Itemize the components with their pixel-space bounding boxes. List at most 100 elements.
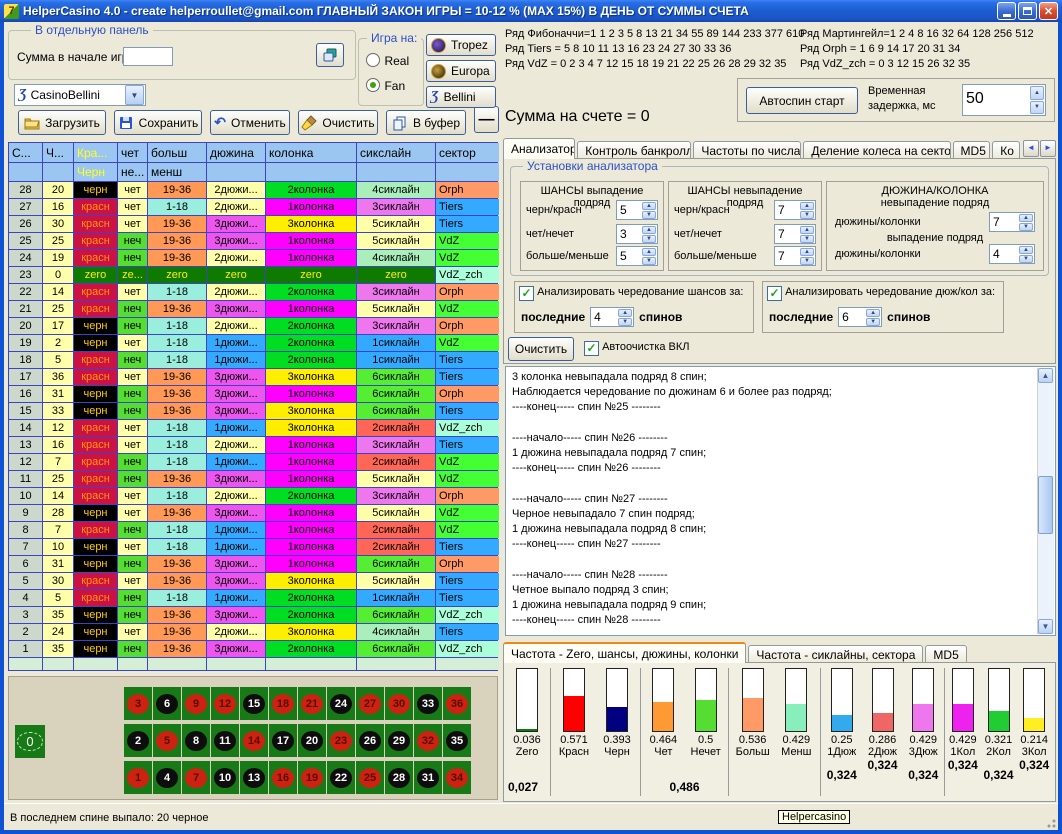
spinner-last-spins-chances[interactable]: 4▲▼ (590, 307, 634, 327)
load-button[interactable]: Загрузить (18, 110, 106, 135)
chevron-down-icon[interactable]: ▼ (125, 85, 144, 105)
board-number-33[interactable]: 33 (414, 687, 442, 720)
spin-up-icon[interactable]: ▲ (1030, 86, 1044, 100)
tab-main-1[interactable]: Анализатор (503, 138, 575, 159)
radio-real[interactable]: Real (366, 52, 409, 70)
scroll-up-icon[interactable]: ▲ (1038, 368, 1053, 383)
spinner-b2-r3[interactable]: 7▲▼ (774, 246, 816, 266)
table-cell (357, 658, 435, 670)
detach-panel-button[interactable] (316, 43, 344, 67)
tab-scroll-right-icon[interactable]: ► (1040, 140, 1056, 157)
board-number-28[interactable]: 28 (385, 761, 413, 794)
board-number-0[interactable]: 0 (15, 725, 45, 758)
table-cell: неч (118, 556, 147, 572)
tab-main-3[interactable]: Частоты по числам (693, 141, 801, 159)
chart-group: 0.251Дюж0,3240.2862Дюж0,3240.4293Дюж0,32… (820, 668, 944, 796)
minimize-button[interactable] (997, 2, 1016, 20)
table-cell: VdZ_zch (436, 420, 499, 436)
start-sum-input[interactable] (123, 47, 173, 66)
board-number-9[interactable]: 9 (182, 687, 210, 720)
bellini-button[interactable]: Ʒ Bellini (426, 86, 496, 108)
board-number-3[interactable]: 3 (124, 687, 152, 720)
tab-main-5[interactable]: MD5 (953, 141, 991, 159)
save-button[interactable]: Сохранить (114, 110, 202, 135)
table-cell: 3колонка (266, 403, 356, 419)
board-number-6[interactable]: 6 (153, 687, 181, 720)
tab-main-4[interactable]: Деление колеса на сектора (803, 141, 950, 159)
tab-freq-3[interactable]: MD5 (925, 645, 966, 663)
log-scrollbar[interactable]: ▲ ▼ (1037, 368, 1054, 634)
resize-grip[interactable] (1044, 816, 1056, 828)
board-number-10[interactable]: 10 (211, 761, 239, 794)
table-cell: чет (118, 284, 147, 300)
board-number-8[interactable]: 8 (182, 724, 210, 757)
board-number-7[interactable]: 7 (182, 761, 210, 794)
statusbar: В последнем спине выпало: 20 черное Help… (4, 803, 1058, 830)
spinner-b1-r3[interactable]: 5▲▼ (616, 246, 658, 266)
board-number-31[interactable]: 31 (414, 761, 442, 794)
board-number-11[interactable]: 11 (211, 724, 239, 757)
board-number-13[interactable]: 13 (240, 761, 268, 794)
board-number-21[interactable]: 21 (298, 687, 326, 720)
board-number-35[interactable]: 35 (443, 724, 471, 757)
europa-button[interactable]: Europa (426, 60, 496, 82)
board-number-36[interactable]: 36 (443, 687, 471, 720)
close-button[interactable]: ✕ (1039, 2, 1058, 20)
board-number-24[interactable]: 24 (327, 687, 355, 720)
delay-spinner[interactable]: 50 ▲▼ (962, 84, 1046, 116)
spinner-b1-r2[interactable]: 3▲▼ (616, 224, 658, 244)
board-number-12[interactable]: 12 (211, 687, 239, 720)
board-number-32[interactable]: 32 (414, 724, 442, 757)
tab-main-2[interactable]: Контроль банкролла (577, 141, 691, 159)
radio-fan[interactable]: Fan (366, 77, 405, 95)
scroll-thumb[interactable] (1038, 476, 1053, 534)
clear-button[interactable]: Очистить (298, 110, 378, 135)
tab-scroll-left-icon[interactable]: ◄ (1023, 140, 1039, 157)
copy-buffer-button[interactable]: В буфер (386, 110, 466, 135)
board-number-30[interactable]: 30 (385, 687, 413, 720)
radio-fan-circle[interactable] (366, 78, 380, 92)
board-number-18[interactable]: 18 (269, 687, 297, 720)
radio-real-circle[interactable] (366, 53, 380, 67)
spinner-b2-r2[interactable]: 7▲▼ (774, 224, 816, 244)
board-number-16[interactable]: 16 (269, 761, 297, 794)
board-number-25[interactable]: 25 (356, 761, 384, 794)
alternation-dozcol-checkbox[interactable]: ✓ (767, 286, 782, 301)
board-number-2[interactable]: 2 (124, 724, 152, 757)
spinner-dc-hit[interactable]: 4▲▼ (989, 244, 1035, 264)
board-number-22[interactable]: 22 (327, 761, 355, 794)
board-number-17[interactable]: 17 (269, 724, 297, 757)
undo-button[interactable]: ↶ Отменить (210, 110, 290, 135)
board-number-14[interactable]: 14 (240, 724, 268, 757)
board-number-5[interactable]: 5 (153, 724, 181, 757)
spinner-last-spins-dozcol[interactable]: 6▲▼ (838, 307, 882, 327)
spinner-dc-miss[interactable]: 7▲▼ (989, 212, 1035, 232)
collapse-button[interactable]: — (474, 106, 499, 133)
autoclean-checkbox[interactable]: ✓ (584, 341, 599, 356)
board-number-19[interactable]: 19 (298, 761, 326, 794)
autospin-start-button[interactable]: Автоспин старт (746, 87, 858, 114)
tab-main-6[interactable]: Ко (992, 141, 1020, 159)
board-number-26[interactable]: 26 (356, 724, 384, 757)
tropez-button[interactable]: Tropez (426, 34, 496, 56)
spin-down-icon[interactable]: ▼ (1030, 101, 1044, 115)
board-number-27[interactable]: 27 (356, 687, 384, 720)
table-cell: 1дюжи... (207, 539, 265, 555)
spinner-b1-r1[interactable]: 5▲▼ (616, 200, 658, 220)
spinner-b2-r1[interactable]: 7▲▼ (774, 200, 816, 220)
board-number-20[interactable]: 20 (298, 724, 326, 757)
alternation-chances-checkbox[interactable]: ✓ (519, 286, 534, 301)
tab-freq-1[interactable]: Частота - Zero, шансы, дюжины, колонки (503, 642, 746, 663)
board-number-34[interactable]: 34 (443, 761, 471, 794)
board-number-1[interactable]: 1 (124, 761, 152, 794)
board-number-4[interactable]: 4 (153, 761, 181, 794)
analyzer-clear-button[interactable]: Очистить (508, 337, 574, 361)
board-number-15[interactable]: 15 (240, 687, 268, 720)
analysis-log[interactable]: 3 колонка невыпадала подряд 8 спин; Набл… (505, 366, 1056, 636)
board-number-23[interactable]: 23 (327, 724, 355, 757)
maximize-button[interactable] (1018, 2, 1037, 20)
tab-freq-2[interactable]: Частота - сиклайны, сектора (748, 645, 923, 663)
board-number-29[interactable]: 29 (385, 724, 413, 757)
casino-combobox[interactable]: Ʒ CasinoBellini ▼ (14, 84, 146, 106)
scroll-down-icon[interactable]: ▼ (1038, 619, 1053, 634)
